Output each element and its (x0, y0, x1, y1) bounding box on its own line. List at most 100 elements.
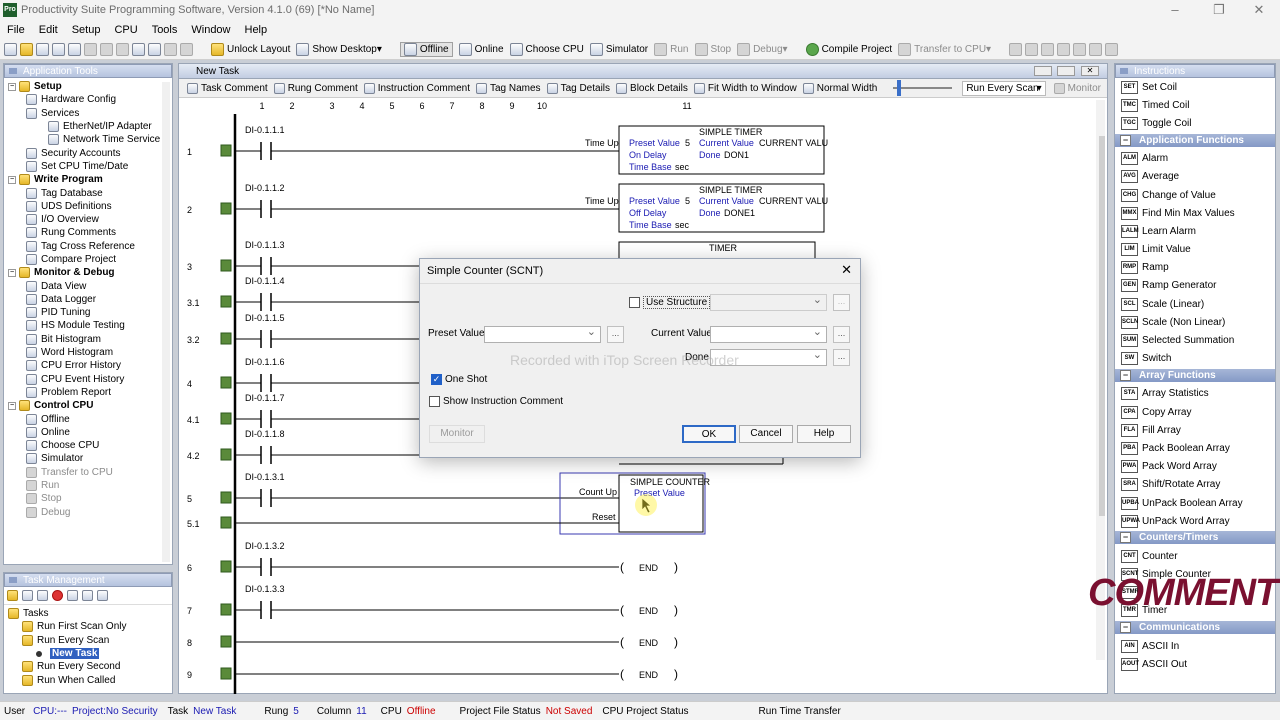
app-tool-item[interactable]: Online (8, 426, 160, 439)
tool-g-icon[interactable] (1105, 42, 1119, 56)
structure-browse-button[interactable]: ... (833, 294, 850, 311)
app-tool-item[interactable]: Problem Report (8, 386, 160, 399)
app-tool-item[interactable]: Simulator (8, 452, 160, 465)
online-button[interactable]: Online (458, 42, 504, 56)
structure-select[interactable] (710, 293, 827, 311)
instruction-item[interactable]: TGC Toggle Coil (1115, 114, 1275, 132)
collapse-icon[interactable]: − (8, 175, 16, 184)
app-tool-item[interactable]: PID Tuning (8, 306, 160, 319)
show-desktop-button[interactable]: Show Desktop ▾ (296, 42, 382, 56)
instruction-item[interactable]: LIM Limit Value (1115, 241, 1275, 259)
show-comment-checkbox[interactable] (429, 396, 440, 407)
fit-width-button[interactable]: Fit Width to Window (693, 82, 797, 94)
task-item[interactable]: Tasks (8, 607, 126, 620)
tool-d-icon[interactable] (1057, 42, 1071, 56)
instruction-item[interactable]: GEN Ramp Generator (1115, 277, 1275, 295)
editor-minimize-icon[interactable] (1034, 66, 1052, 76)
edit-rung-icon[interactable] (220, 376, 232, 389)
app-tool-item[interactable]: Data Logger (8, 293, 160, 306)
tool-c-icon[interactable] (1041, 42, 1055, 56)
task-comment-button[interactable]: Task Comment (187, 82, 268, 94)
app-tool-item[interactable]: Compare Project (8, 253, 160, 266)
app-tools-scrollbar[interactable] (162, 82, 170, 562)
instruction-item[interactable]: AIN ASCII In (1115, 637, 1275, 655)
task-item[interactable]: Run First Scan Only (8, 620, 126, 633)
offline-button[interactable]: Offline (399, 41, 453, 57)
tool-e-icon[interactable] (1073, 42, 1087, 56)
block-details-button[interactable]: Block Details (616, 82, 688, 94)
dialog-monitor-button[interactable]: Monitor (429, 425, 485, 443)
delete-task-icon[interactable] (52, 590, 63, 601)
paste-icon[interactable] (116, 42, 129, 56)
app-tool-item[interactable]: UDS Definitions (8, 200, 160, 213)
copy-task-icon[interactable] (67, 590, 78, 601)
debug-button[interactable]: Debug ▾ (737, 42, 788, 56)
edit-rung-icon[interactable] (220, 295, 232, 308)
app-tool-item[interactable]: Debug (8, 506, 160, 519)
preset-browse-button[interactable]: ... (607, 326, 624, 343)
print-icon[interactable] (68, 42, 81, 56)
editor-vscroll-thumb[interactable] (1099, 136, 1105, 516)
tool-b-icon[interactable] (1025, 42, 1039, 56)
task-item[interactable]: Run Every Second (8, 660, 126, 673)
instruction-item[interactable]: SCLN Scale (Non Linear) (1115, 313, 1275, 331)
instruction-item[interactable]: ALM Alarm (1115, 150, 1275, 168)
close-icon[interactable]: ✕ (1244, 2, 1274, 18)
zoom-slider-thumb[interactable] (897, 80, 902, 96)
app-tool-item[interactable]: Services (8, 107, 160, 120)
task-item[interactable]: Run When Called (8, 673, 126, 686)
undo-icon[interactable] (132, 42, 145, 56)
use-structure-checkbox[interactable] (629, 297, 640, 308)
edit-rung-icon[interactable] (220, 603, 232, 616)
instruction-item[interactable]: PWA Pack Word Array (1115, 458, 1275, 476)
unlock-layout-button[interactable]: Unlock Layout (211, 42, 290, 56)
app-tool-item[interactable]: Choose CPU (8, 439, 160, 452)
compile-project-button[interactable]: Compile Project (805, 42, 892, 56)
instruction-section-header[interactable]: Array Functions (1115, 368, 1275, 382)
app-tool-item[interactable]: Security Accounts (8, 146, 160, 159)
instruction-item[interactable]: UPBA UnPack Boolean Array (1115, 494, 1275, 512)
menu-file[interactable]: File (0, 24, 32, 36)
app-tool-item[interactable]: − Setup (8, 80, 160, 93)
open-folder-icon[interactable] (20, 42, 33, 56)
tool-f-icon[interactable] (1089, 42, 1103, 56)
instruction-item[interactable]: STA Array Statistics (1115, 385, 1275, 403)
menu-tools[interactable]: Tools (145, 24, 185, 36)
save-icon[interactable] (36, 42, 49, 56)
instruction-item[interactable]: SET Set Coil (1115, 78, 1275, 96)
normal-width-button[interactable]: Normal Width (802, 82, 877, 94)
dialog-close-icon[interactable]: ✕ (841, 262, 852, 278)
editor-restore-icon[interactable] (1057, 66, 1075, 76)
instruction-item[interactable]: LALM Learn Alarm (1115, 222, 1275, 240)
app-tool-item[interactable]: Rung Comments (8, 226, 160, 239)
menu-cpu[interactable]: CPU (107, 24, 144, 36)
menu-window[interactable]: Window (184, 24, 237, 36)
app-tool-item[interactable]: Transfer to CPU (8, 466, 160, 479)
app-tool-item[interactable]: Bit Histogram (8, 333, 160, 346)
edit-rung-icon[interactable] (220, 202, 232, 215)
new-task-icon[interactable] (22, 590, 33, 601)
new-file-icon[interactable] (4, 42, 17, 56)
redo-icon[interactable] (148, 42, 161, 56)
tool-a-icon[interactable] (1009, 42, 1023, 56)
menu-setup[interactable]: Setup (65, 24, 108, 36)
app-tool-item[interactable]: Tag Cross Reference (8, 240, 160, 253)
instruction-item[interactable]: SW Switch (1115, 350, 1275, 368)
instruction-item[interactable]: AOUT ASCII Out (1115, 655, 1275, 673)
tag-names-button[interactable]: Tag Names (475, 82, 541, 94)
instruction-item[interactable]: SUM Selected Summation (1115, 331, 1275, 349)
run-button[interactable]: Run (654, 42, 689, 56)
app-tool-item[interactable]: CPU Event History (8, 373, 160, 386)
menu-help[interactable]: Help (238, 24, 275, 36)
edit-rung-icon[interactable] (220, 332, 232, 345)
tag-details-button[interactable]: Tag Details (546, 82, 610, 94)
instruction-section-header[interactable]: Communications (1115, 621, 1275, 635)
instruction-item[interactable]: PBA Pack Boolean Array (1115, 439, 1275, 457)
cancel-button[interactable]: Cancel (739, 425, 793, 443)
edit-rung-icon[interactable] (220, 144, 232, 157)
instruction-item[interactable]: UPWA UnPack Word Array (1115, 512, 1275, 530)
find-icon[interactable] (164, 42, 177, 56)
app-tool-item[interactable]: − Write Program (8, 173, 160, 186)
instruction-item[interactable]: SCL Scale (Linear) (1115, 295, 1275, 313)
instruction-section-header[interactable]: Application Functions (1115, 133, 1275, 147)
